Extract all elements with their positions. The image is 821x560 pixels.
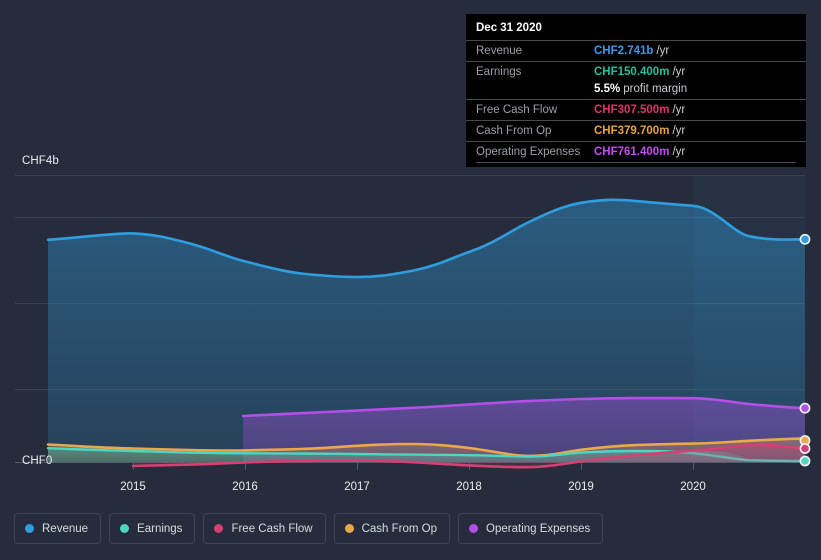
tooltip-value-earnings: CHF150.400m <box>594 65 669 79</box>
x-axis-label-2018: 2018 <box>456 481 482 493</box>
tooltip-row-profit-margin: 5.5% profit margin <box>466 82 806 99</box>
legend-label-free-cash-flow: Free Cash Flow <box>231 523 312 535</box>
free-cash-flow-dot-icon <box>214 524 223 533</box>
tooltip-key-revenue: Revenue <box>476 44 594 58</box>
tooltip-unit-revenue: /yr <box>656 44 669 58</box>
tooltip-value-profit-margin: 5.5% <box>594 82 620 96</box>
tooltip-unit-free-cash-flow: /yr <box>672 103 685 117</box>
y-axis-label-top: CHF4b <box>22 155 59 167</box>
x-axis-label-2019: 2019 <box>568 481 594 493</box>
tooltip-row-revenue: Revenue CHF2.741b /yr <box>466 40 806 61</box>
chart-tooltip: Dec 31 2020 Revenue CHF2.741b /yr Earnin… <box>466 14 806 167</box>
tooltip-key-free-cash-flow: Free Cash Flow <box>476 103 594 117</box>
operating-expenses-endpoint-marker[interactable] <box>800 404 809 413</box>
operating-expenses-dot-icon <box>469 524 478 533</box>
x-axis-label-2015: 2015 <box>120 481 146 493</box>
legend-item-cash-from-op[interactable]: Cash From Op <box>334 513 450 544</box>
tooltip-unit-earnings: /yr <box>672 65 685 79</box>
earnings-endpoint-marker[interactable] <box>800 456 809 465</box>
tooltip-value-operating-expenses: CHF761.400m <box>594 145 669 159</box>
legend-label-revenue: Revenue <box>42 523 88 535</box>
x-axis-label-2017: 2017 <box>344 481 370 493</box>
legend-item-earnings[interactable]: Earnings <box>109 513 195 544</box>
tooltip-unit-profit-margin: profit margin <box>623 82 687 96</box>
tooltip-bottom-divider <box>476 162 796 163</box>
chart-legend: Revenue Earnings Free Cash Flow Cash Fro… <box>14 513 603 544</box>
y-axis-label-zero: CHF0 <box>22 455 52 467</box>
legend-item-operating-expenses[interactable]: Operating Expenses <box>458 513 603 544</box>
legend-item-free-cash-flow[interactable]: Free Cash Flow <box>203 513 325 544</box>
tooltip-row-operating-expenses: Operating Expenses CHF761.400m /yr <box>466 141 806 162</box>
tooltip-row-cash-from-op: Cash From Op CHF379.700m /yr <box>466 120 806 141</box>
tooltip-value-revenue: CHF2.741b <box>594 44 653 58</box>
legend-item-revenue[interactable]: Revenue <box>14 513 101 544</box>
legend-label-operating-expenses: Operating Expenses <box>486 523 590 535</box>
tooltip-row-free-cash-flow: Free Cash Flow CHF307.500m /yr <box>466 99 806 120</box>
legend-label-earnings: Earnings <box>137 523 182 535</box>
tooltip-key-operating-expenses: Operating Expenses <box>476 145 594 159</box>
cash-from-op-dot-icon <box>345 524 354 533</box>
tooltip-row-earnings: Earnings CHF150.400m /yr <box>466 61 806 82</box>
free-cash-flow-endpoint-marker[interactable] <box>800 444 809 453</box>
tooltip-value-free-cash-flow: CHF307.500m <box>594 103 669 117</box>
legend-label-cash-from-op: Cash From Op <box>362 523 437 535</box>
tooltip-key-cash-from-op: Cash From Op <box>476 124 594 138</box>
revenue-dot-icon <box>25 524 34 533</box>
x-axis-label-2020: 2020 <box>680 481 706 493</box>
tooltip-date: Dec 31 2020 <box>466 20 806 40</box>
x-axis-label-2016: 2016 <box>232 481 258 493</box>
revenue-endpoint-marker[interactable] <box>800 235 809 244</box>
tooltip-unit-cash-from-op: /yr <box>672 124 685 138</box>
earnings-dot-icon <box>120 524 129 533</box>
tooltip-key-earnings: Earnings <box>476 65 594 79</box>
tooltip-value-cash-from-op: CHF379.700m <box>594 124 669 138</box>
tooltip-unit-operating-expenses: /yr <box>672 145 685 159</box>
financial-chart: CHF4b CHF0 2015 2016 2017 2018 2019 2020… <box>0 0 821 560</box>
